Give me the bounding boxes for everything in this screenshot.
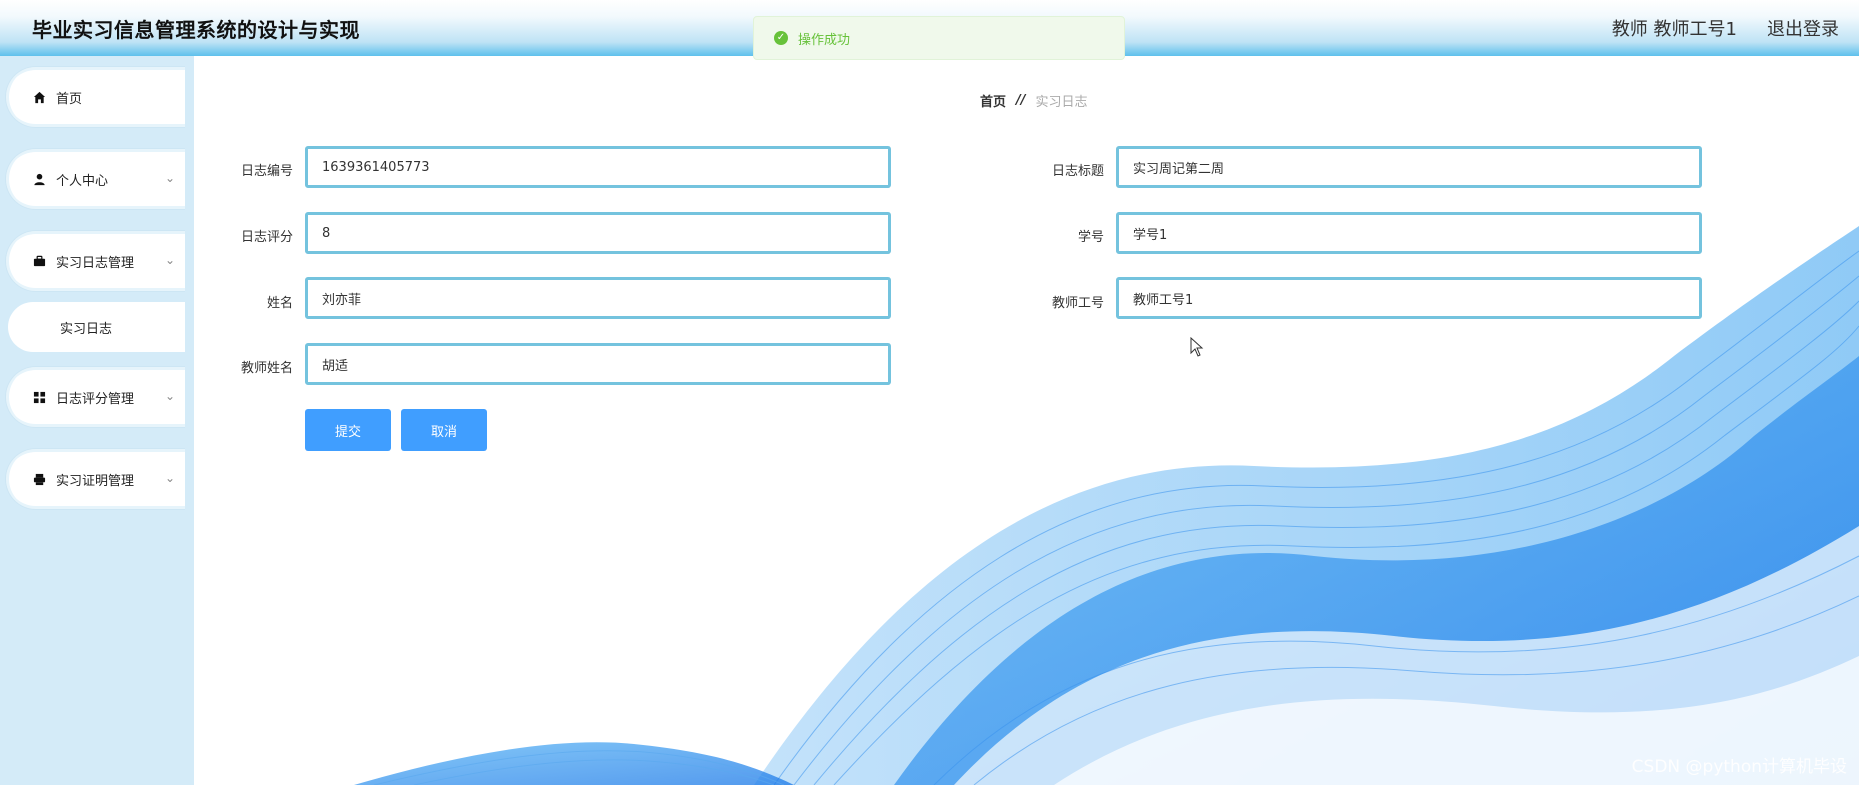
log-id-label: 日志编号 (240, 164, 293, 179)
teacher-name-label: 教师姓名 (240, 361, 293, 376)
log-title-input[interactable] (1116, 146, 1702, 188)
logout-link[interactable]: 退出登录 (1767, 15, 1839, 41)
sidebar-subitem-label: 实习日志 (60, 321, 113, 337)
chevron-down-icon: ⌄ (164, 471, 175, 485)
sidebar-item-label: 日志评分管理 (56, 391, 135, 407)
log-score-input[interactable] (305, 212, 891, 254)
sidebar-item-score-management[interactable]: 日志评分管理 ⌄ (5, 366, 185, 428)
user-icon (32, 172, 46, 186)
sidebar-item-log-management[interactable]: 实习日志管理 ⌄ (5, 230, 185, 292)
student-id-label: 学号 (1077, 230, 1104, 245)
teacher-name-input[interactable] (305, 343, 891, 385)
current-user: 教师 教师工号1 (1611, 19, 1737, 40)
sidebar-item-personal-center[interactable]: 个人中心 ⌄ (5, 148, 185, 210)
cancel-button[interactable]: 取消 (401, 409, 487, 451)
sidebar-item-home[interactable]: 首页 (5, 66, 185, 128)
grid-icon (32, 390, 46, 404)
submit-button[interactable]: 提交 (305, 409, 391, 451)
mouse-cursor-icon (1190, 337, 1204, 357)
breadcrumb-home[interactable]: 首页 (980, 91, 1006, 110)
breadcrumb: 首页 // 实习日志 (980, 91, 1088, 110)
sidebar-item-label: 实习日志管理 (56, 255, 135, 271)
log-title-label: 日志标题 (1051, 164, 1104, 179)
sidebar: 首页 个人中心 ⌄ 实习日志管理 ⌄ 实习日志 日志评分管理 ⌄ 实习证明管理 … (0, 56, 194, 785)
sidebar-subitem-internship-log[interactable]: 实习日志 (8, 302, 185, 352)
breadcrumb-current: 实习日志 (1035, 95, 1088, 110)
check-circle-icon: ✓ (774, 31, 788, 45)
toast-message: 操作成功 (798, 32, 851, 48)
name-label: 姓名 (266, 296, 293, 311)
home-icon (32, 90, 46, 104)
app-title: 毕业实习信息管理系统的设计与实现 (32, 18, 360, 42)
briefcase-icon (32, 254, 46, 268)
name-input[interactable] (305, 277, 891, 319)
sidebar-item-label: 首页 (56, 91, 83, 107)
teacher-id-input[interactable] (1116, 277, 1702, 319)
sidebar-item-certificate-management[interactable]: 实习证明管理 ⌄ (5, 448, 185, 510)
chevron-down-icon: ⌄ (164, 171, 175, 185)
success-toast: ✓ 操作成功 (753, 16, 1125, 60)
log-id-input[interactable] (305, 146, 891, 188)
chevron-down-icon: ⌄ (164, 389, 175, 403)
printer-icon (32, 472, 46, 486)
sidebar-item-label: 实习证明管理 (56, 473, 135, 489)
log-score-label: 日志评分 (240, 230, 293, 245)
sidebar-item-label: 个人中心 (56, 173, 109, 189)
student-id-input[interactable] (1116, 212, 1702, 254)
watermark: CSDN @python计算机毕设 (1631, 757, 1847, 777)
breadcrumb-separator: // (1016, 93, 1026, 108)
teacher-id-label: 教师工号 (1051, 296, 1104, 311)
chevron-down-icon: ⌄ (164, 253, 175, 267)
